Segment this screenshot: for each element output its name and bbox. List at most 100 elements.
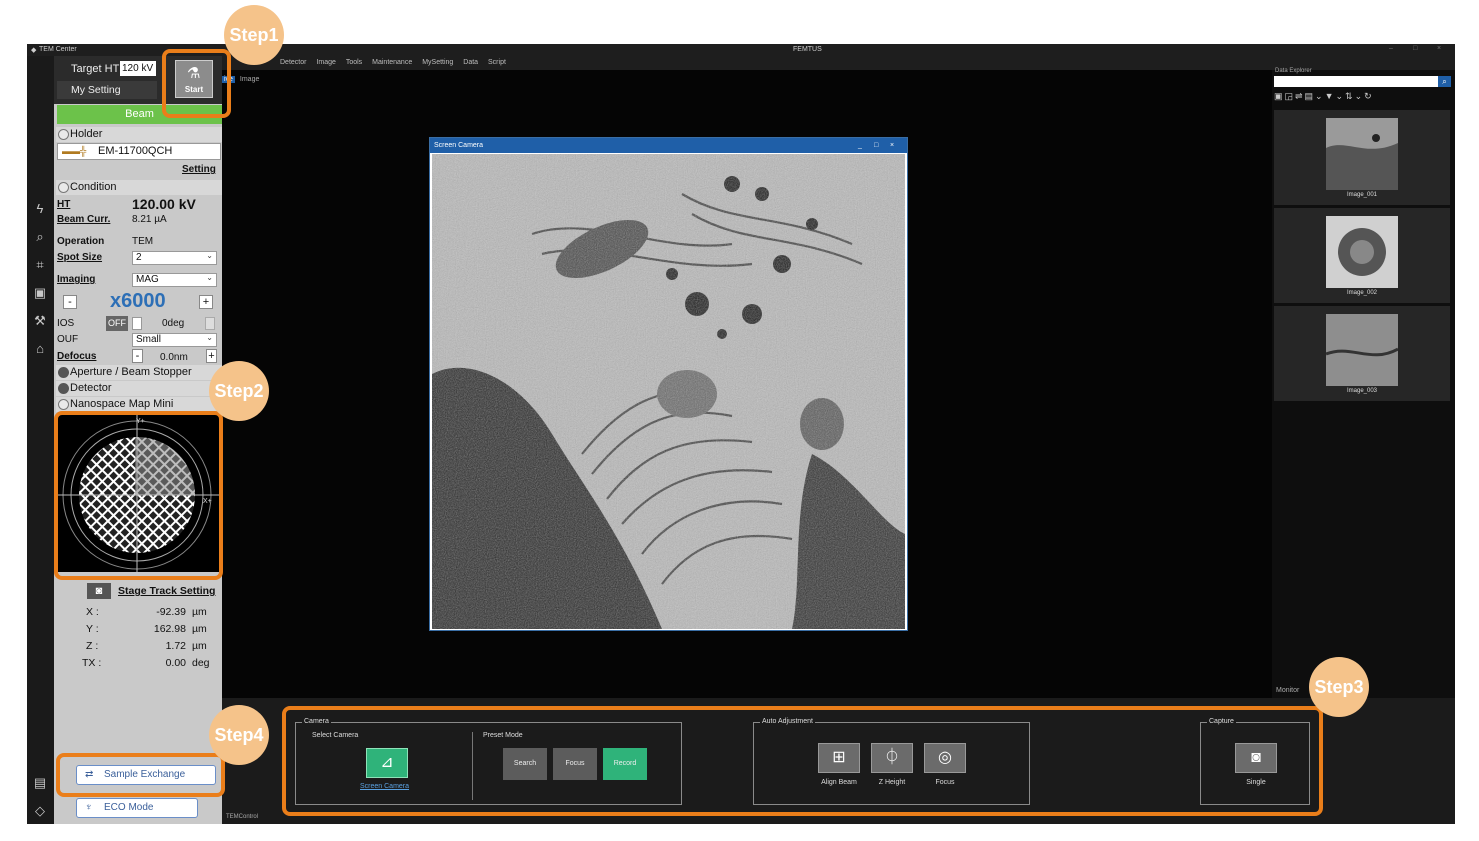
coord-z-value: 1.72 bbox=[165, 640, 186, 652]
eco-mode-button[interactable]: ♆ ECO Mode bbox=[76, 798, 198, 818]
detector-icon[interactable]: ▣ bbox=[31, 284, 49, 302]
spot-size-label[interactable]: Spot Size bbox=[57, 252, 102, 263]
step2-callout: Step2 bbox=[209, 361, 269, 421]
mag-minus-button[interactable]: - bbox=[63, 295, 77, 309]
leaf-icon: ♆ bbox=[85, 802, 93, 813]
lightning-icon[interactable]: ϟ bbox=[31, 200, 49, 218]
menu-image[interactable]: Image bbox=[316, 56, 335, 70]
step3-highlight bbox=[282, 706, 1323, 816]
screen-camera-window: Screen Camera _ □ × bbox=[429, 137, 908, 631]
spot-size-select[interactable]: 2 bbox=[132, 250, 217, 265]
search-icon[interactable]: ⌕ bbox=[1438, 76, 1451, 87]
imaging-label[interactable]: Imaging bbox=[57, 274, 95, 285]
close-button[interactable]: × bbox=[1437, 45, 1441, 52]
wrench-icon[interactable]: ⚒ bbox=[31, 312, 49, 330]
camwin-minimize-button[interactable]: _ bbox=[858, 138, 862, 153]
operation-value: TEM bbox=[132, 236, 154, 247]
thumbnail-label: Image_002 bbox=[1346, 290, 1378, 296]
detector-section[interactable]: Detector bbox=[56, 381, 222, 396]
menu-script[interactable]: Script bbox=[488, 56, 506, 70]
ios-increment[interactable] bbox=[205, 317, 215, 330]
imaging-select[interactable]: MAG bbox=[132, 272, 217, 287]
ios-checkbox[interactable] bbox=[132, 317, 142, 330]
ios-label: IOS bbox=[57, 318, 75, 329]
mag-plus-button[interactable]: + bbox=[199, 295, 213, 309]
coord-z-unit: µm bbox=[192, 640, 207, 652]
alignment-icon[interactable]: ⌗ bbox=[31, 256, 49, 274]
holder-name: EM-11700QCH bbox=[98, 145, 173, 157]
step4-callout: Step4 bbox=[209, 705, 269, 765]
menu-bar: Detector Image Tools Maintenance MySetti… bbox=[222, 56, 1455, 70]
data-explorer-toolbar[interactable]: ▣◲⇌▤⌄▼⌄⇅⌄↻ bbox=[1274, 91, 1434, 103]
thumbnail-item[interactable]: Image_001 bbox=[1274, 110, 1450, 205]
coord-y-unit: µm bbox=[192, 623, 207, 635]
ht-value: 120.00 kV bbox=[132, 196, 196, 212]
condition-section-label: Condition bbox=[70, 181, 117, 193]
coord-y-value: 162.98 bbox=[153, 623, 186, 635]
menu-tools[interactable]: Tools bbox=[346, 56, 362, 70]
step3-callout: Step3 bbox=[1309, 657, 1369, 717]
menu-maintenance[interactable]: Maintenance bbox=[372, 56, 412, 70]
coord-tx-value: 0.00 bbox=[165, 657, 186, 669]
operation-label: Operation bbox=[57, 236, 105, 247]
holder-setting-link[interactable]: Setting bbox=[182, 164, 216, 175]
ios-toggle[interactable]: OFF bbox=[106, 316, 128, 331]
thumbnail-item[interactable]: Image_003 bbox=[1274, 306, 1450, 401]
defocus-plus-button[interactable]: + bbox=[206, 349, 217, 363]
holder-field: ▬▬╬ EM-11700QCH bbox=[57, 143, 221, 160]
menu-mysetting[interactable]: MySetting bbox=[422, 56, 453, 70]
coord-x-axis: X : bbox=[86, 606, 99, 618]
aperture-section-label: Aperture / Beam Stopper bbox=[70, 366, 192, 378]
defocus-value: 0.0nm bbox=[160, 352, 188, 363]
data-explorer-title: Data Explorer bbox=[1275, 68, 1312, 74]
camwin-maximize-button[interactable]: □ bbox=[874, 138, 878, 153]
ouf-select[interactable]: Small bbox=[132, 332, 217, 347]
minimize-button[interactable]: – bbox=[1389, 45, 1393, 52]
app-name: TEM Center bbox=[39, 46, 77, 53]
menu-detector[interactable]: Detector bbox=[280, 56, 306, 70]
eco-mode-label: ECO Mode bbox=[104, 802, 154, 813]
camwin-close-button[interactable]: × bbox=[890, 138, 894, 153]
magnifier-icon[interactable]: ⌕ bbox=[31, 228, 49, 246]
maximize-button[interactable]: □ bbox=[1413, 45, 1417, 52]
clipboard-icon[interactable]: ▤ bbox=[31, 774, 49, 792]
aperture-section[interactable]: Aperture / Beam Stopper bbox=[56, 365, 222, 380]
detector-section-label: Detector bbox=[70, 382, 112, 394]
ht-label[interactable]: HT bbox=[57, 199, 70, 210]
beam-curr-value: 8.21 µA bbox=[132, 214, 167, 225]
step4-highlight bbox=[56, 753, 225, 797]
thumbnail-image bbox=[1326, 118, 1398, 190]
coord-tx-unit: deg bbox=[192, 657, 210, 669]
stage-coordinates: X : -92.39 µm Y : 162.98 µm Z : 1.72 µm … bbox=[82, 606, 222, 686]
data-explorer-search-input[interactable] bbox=[1274, 76, 1438, 87]
target-ht-select[interactable]: 120 kV bbox=[120, 61, 156, 76]
my-setting-select[interactable]: My Setting bbox=[57, 81, 157, 99]
stage-icon[interactable]: ⌂ bbox=[31, 340, 49, 358]
data-explorer-panel: Data Explorer ⌕ ▣◲⇌▤⌄▼⌄⇅⌄↻ Image_001 Ima… bbox=[1272, 68, 1455, 730]
tab-image[interactable]: Image bbox=[240, 76, 259, 83]
ouf-label: OUF bbox=[57, 334, 79, 345]
tab-temcontrol[interactable]: TEMControl bbox=[226, 814, 258, 820]
thumbnail-item[interactable]: Image_002 bbox=[1274, 208, 1450, 303]
holder-section[interactable]: Holder bbox=[56, 127, 222, 142]
coord-tx-axis: TX : bbox=[82, 657, 102, 669]
tem-micrograph bbox=[432, 154, 905, 629]
app-logo-icon: ◆ bbox=[31, 47, 37, 54]
step2-highlight bbox=[54, 411, 223, 580]
thumbnail-image bbox=[1326, 314, 1398, 386]
monitor-tab[interactable]: Monitor bbox=[1276, 687, 1299, 694]
holder-section-label: Holder bbox=[70, 128, 103, 140]
stage-track-setting-link[interactable]: Stage Track Setting bbox=[118, 585, 215, 597]
target-ht-label: Target HT bbox=[71, 63, 120, 75]
screen-camera-titlebar: Screen Camera _ □ × bbox=[430, 138, 907, 153]
condition-section[interactable]: Condition bbox=[56, 180, 222, 195]
menu-data[interactable]: Data bbox=[463, 56, 478, 70]
coord-x-unit: µm bbox=[192, 606, 207, 618]
camera-snapshot-icon[interactable]: ◙ bbox=[87, 583, 111, 599]
nanospace-section[interactable]: Nanospace Map Mini bbox=[56, 397, 222, 412]
beam-curr-label[interactable]: Beam Curr. bbox=[57, 214, 110, 225]
defocus-label[interactable]: Defocus bbox=[57, 351, 96, 362]
defocus-minus-button[interactable]: - bbox=[132, 349, 143, 363]
icon-rail: ϟ ⌕ ⌗ ▣ ⚒ ⌂ ▤ ◇ bbox=[27, 56, 54, 824]
layers-icon[interactable]: ◇ bbox=[31, 802, 49, 820]
